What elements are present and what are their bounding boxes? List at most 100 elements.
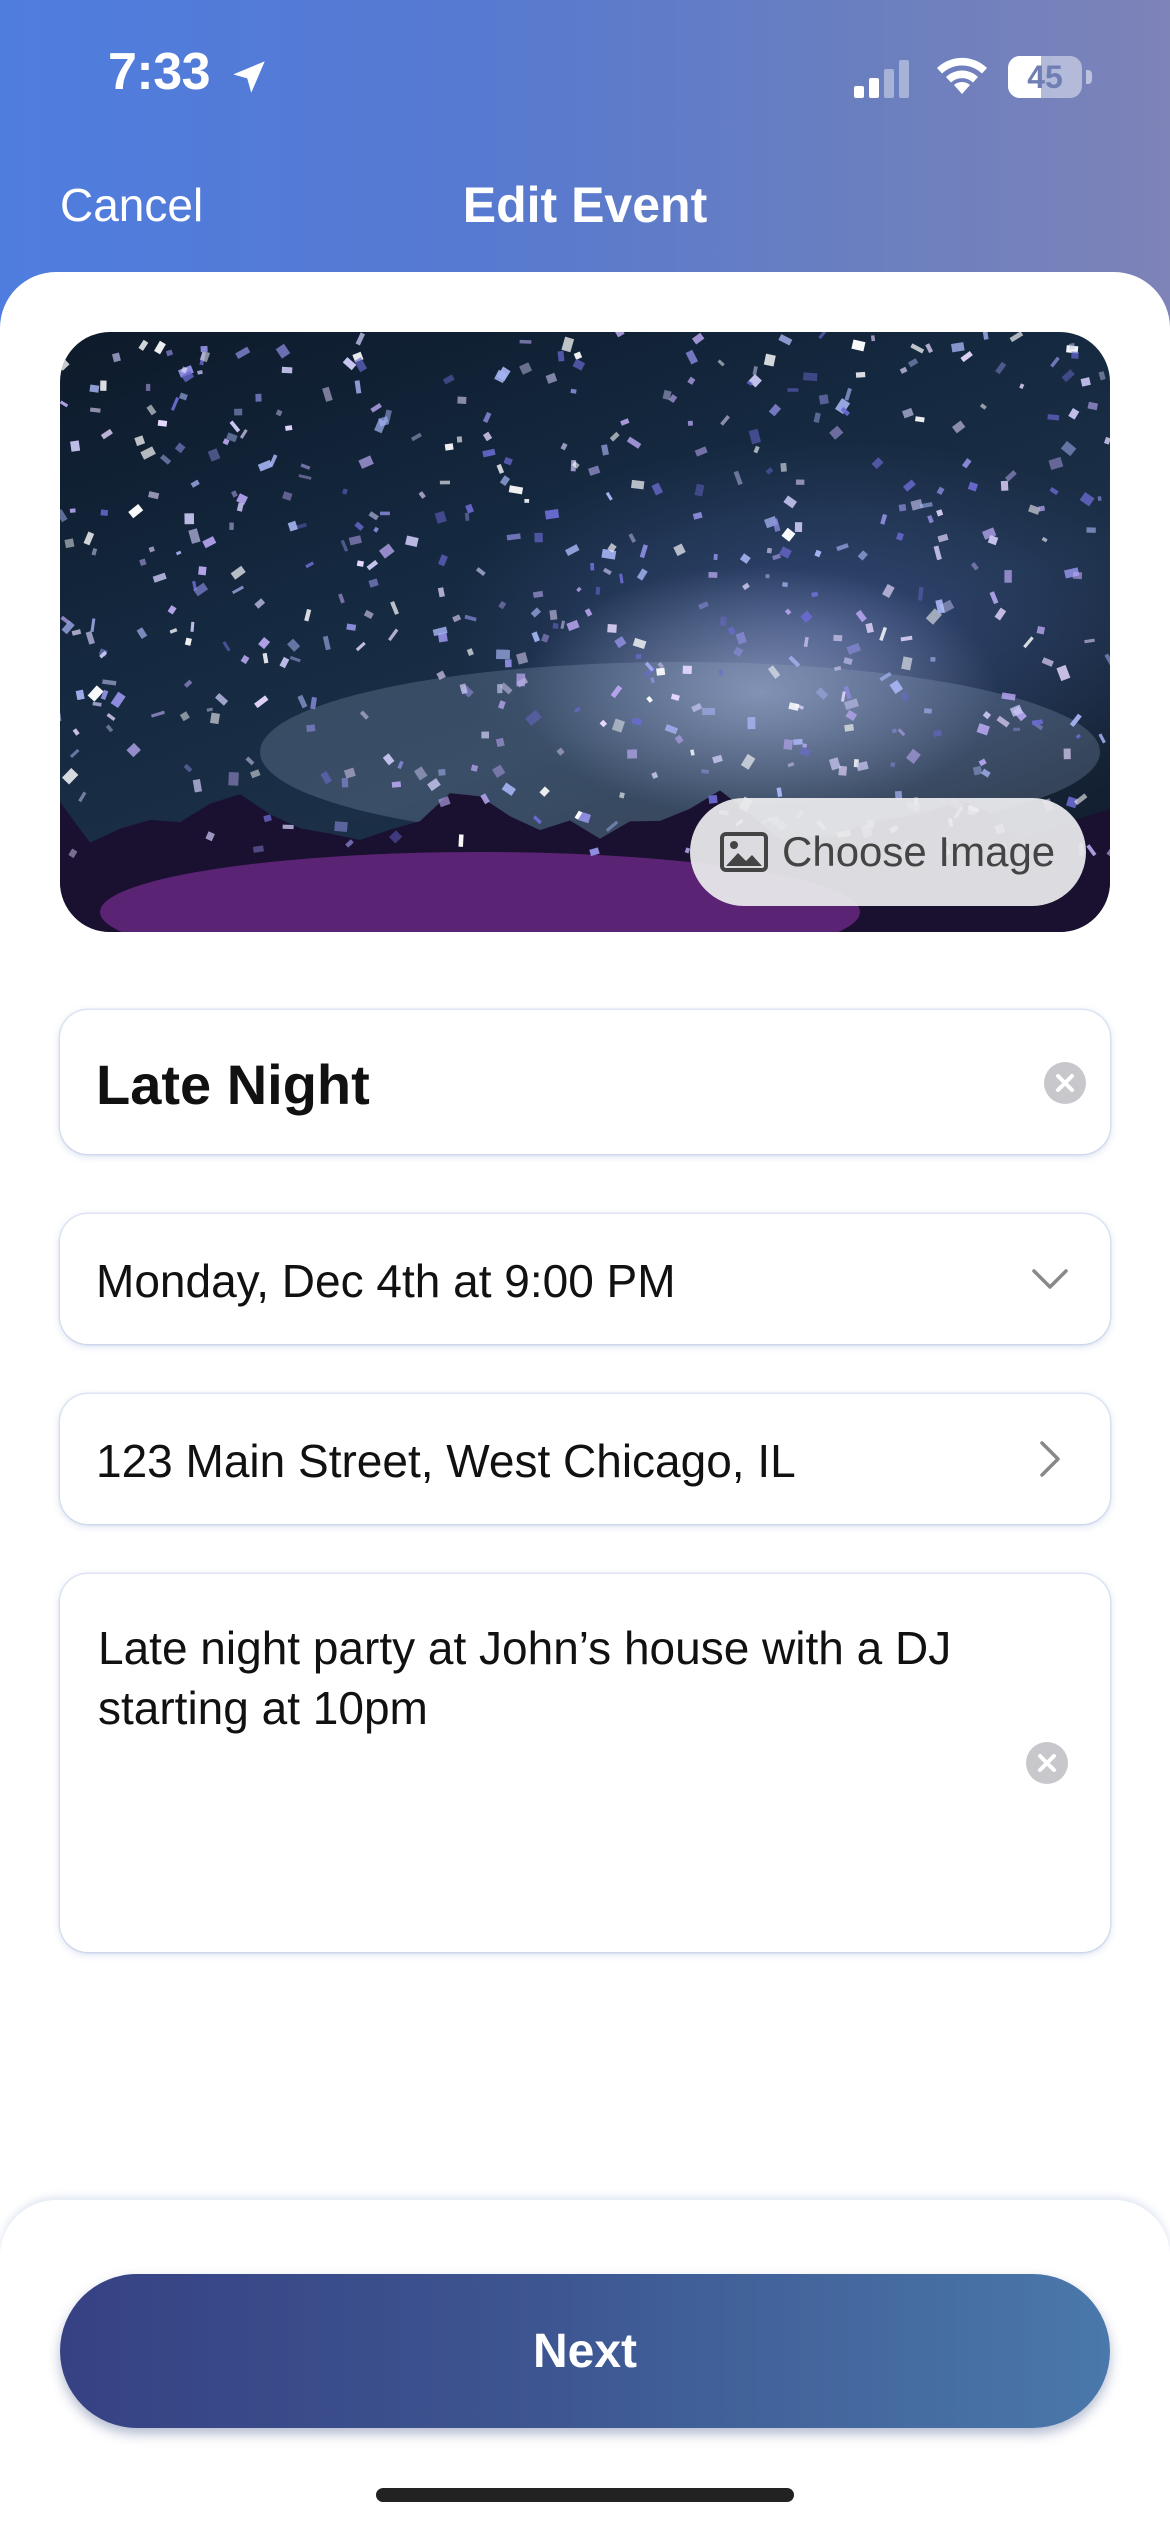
confetti-piece	[154, 340, 166, 355]
next-button[interactable]: Next	[60, 2274, 1110, 2428]
confetti-piece	[306, 724, 316, 733]
confetti-piece	[482, 431, 493, 442]
confetti-piece	[870, 335, 876, 342]
home-indicator	[376, 2488, 794, 2502]
confetti-piece	[694, 483, 705, 497]
battery-percent: 45	[1027, 59, 1063, 95]
confetti-piece	[1084, 638, 1095, 644]
confetti-piece	[545, 372, 558, 384]
confetti-piece	[989, 591, 999, 605]
confetti-piece	[373, 526, 379, 533]
confetti-piece	[923, 708, 932, 714]
clear-title-icon[interactable]	[1042, 1060, 1088, 1106]
confetti-piece	[466, 648, 474, 656]
event-date-field[interactable]: Monday, Dec 4th at 9:00 PM	[60, 1214, 1110, 1344]
confetti-piece	[572, 358, 586, 371]
confetti-piece	[531, 631, 541, 643]
confetti-piece	[258, 637, 271, 650]
confetti-piece	[561, 336, 575, 353]
confetti-piece	[275, 343, 291, 359]
confetti-piece	[917, 586, 924, 601]
confetti-piece	[794, 522, 803, 532]
confetti-piece	[1013, 727, 1020, 731]
confetti-piece	[136, 627, 148, 640]
confetti-piece	[148, 546, 155, 553]
confetti-piece	[457, 396, 467, 404]
confetti-piece	[605, 491, 613, 501]
event-title-field[interactable]: Late Night	[60, 1010, 1110, 1154]
confetti-piece	[439, 480, 450, 485]
confetti-piece	[289, 655, 301, 663]
confetti-piece	[75, 689, 85, 701]
confetti-piece	[239, 428, 248, 439]
confetti-piece	[896, 532, 904, 541]
confetti-piece	[228, 771, 239, 786]
confetti-piece	[900, 635, 913, 642]
confetti-piece	[627, 749, 638, 759]
confetti-piece	[1041, 657, 1054, 667]
confetti-piece	[387, 628, 399, 642]
confetti-piece	[1009, 332, 1024, 343]
confetti-piece	[169, 628, 178, 634]
confetti-piece	[778, 334, 793, 346]
confetti-piece	[800, 610, 813, 624]
confetti-piece	[1080, 377, 1091, 387]
confetti-piece	[250, 769, 261, 779]
confetti-piece	[370, 402, 382, 413]
confetti-piece	[899, 366, 908, 374]
confetti-piece	[865, 622, 874, 634]
confetti-piece	[1004, 570, 1012, 583]
confetti-piece	[378, 543, 395, 559]
confetti-piece	[64, 538, 75, 549]
confetti-piece	[748, 428, 762, 445]
confetti-piece	[753, 445, 760, 454]
confetti-piece	[793, 738, 803, 746]
confetti-piece	[235, 346, 251, 360]
confetti-piece	[687, 420, 694, 426]
event-date-value: Monday, Dec 4th at 9:00 PM	[96, 1255, 676, 1307]
confetti-piece	[814, 549, 822, 558]
confetti-piece	[961, 458, 972, 469]
confetti-piece	[1004, 470, 1017, 482]
confetti-piece	[936, 486, 945, 496]
clear-description-icon[interactable]	[1024, 1740, 1070, 1786]
confetti-piece	[720, 415, 731, 426]
confetti-piece	[209, 712, 220, 725]
confetti-piece	[708, 794, 718, 804]
confetti-piece	[508, 485, 524, 495]
confetti-piece	[910, 343, 925, 354]
confetti-piece	[1028, 504, 1041, 515]
confetti-piece	[165, 349, 174, 357]
confetti-piece	[1038, 505, 1046, 512]
confetti-piece	[363, 609, 374, 619]
confetti-piece	[951, 342, 965, 353]
confetti-piece	[1041, 536, 1048, 543]
confetti-piece	[813, 412, 821, 423]
confetti-piece	[735, 631, 747, 645]
confetti-piece	[282, 491, 293, 501]
event-description-field[interactable]: Late night party at John’s house with a …	[60, 1574, 1110, 1952]
confetti-piece	[584, 608, 593, 617]
confetti-piece	[1098, 733, 1106, 744]
confetti-piece	[100, 509, 109, 517]
confetti-piece	[1072, 571, 1083, 580]
confetti-piece	[128, 503, 144, 519]
confetti-piece	[452, 614, 462, 623]
event-description-value: Late night party at John’s house with a …	[98, 1622, 952, 1734]
confetti-piece	[475, 567, 486, 577]
choose-image-button[interactable]: Choose Image	[690, 798, 1086, 906]
event-location-field[interactable]: 123 Main Street, West Chicago, IL	[60, 1394, 1110, 1524]
confetti-piece	[368, 511, 379, 521]
confetti-piece	[70, 440, 81, 452]
confetti-piece	[304, 608, 312, 622]
confetti-piece	[733, 470, 743, 486]
confetti-piece	[334, 821, 348, 832]
confetti-piece	[626, 436, 642, 449]
confetti-piece	[765, 467, 774, 475]
confetti-piece	[90, 618, 96, 632]
confetti-piece	[183, 679, 193, 688]
confetti-piece	[140, 446, 156, 460]
confetti-piece	[506, 533, 521, 541]
confetti-piece	[1023, 636, 1034, 649]
confetti-piece	[783, 739, 793, 750]
